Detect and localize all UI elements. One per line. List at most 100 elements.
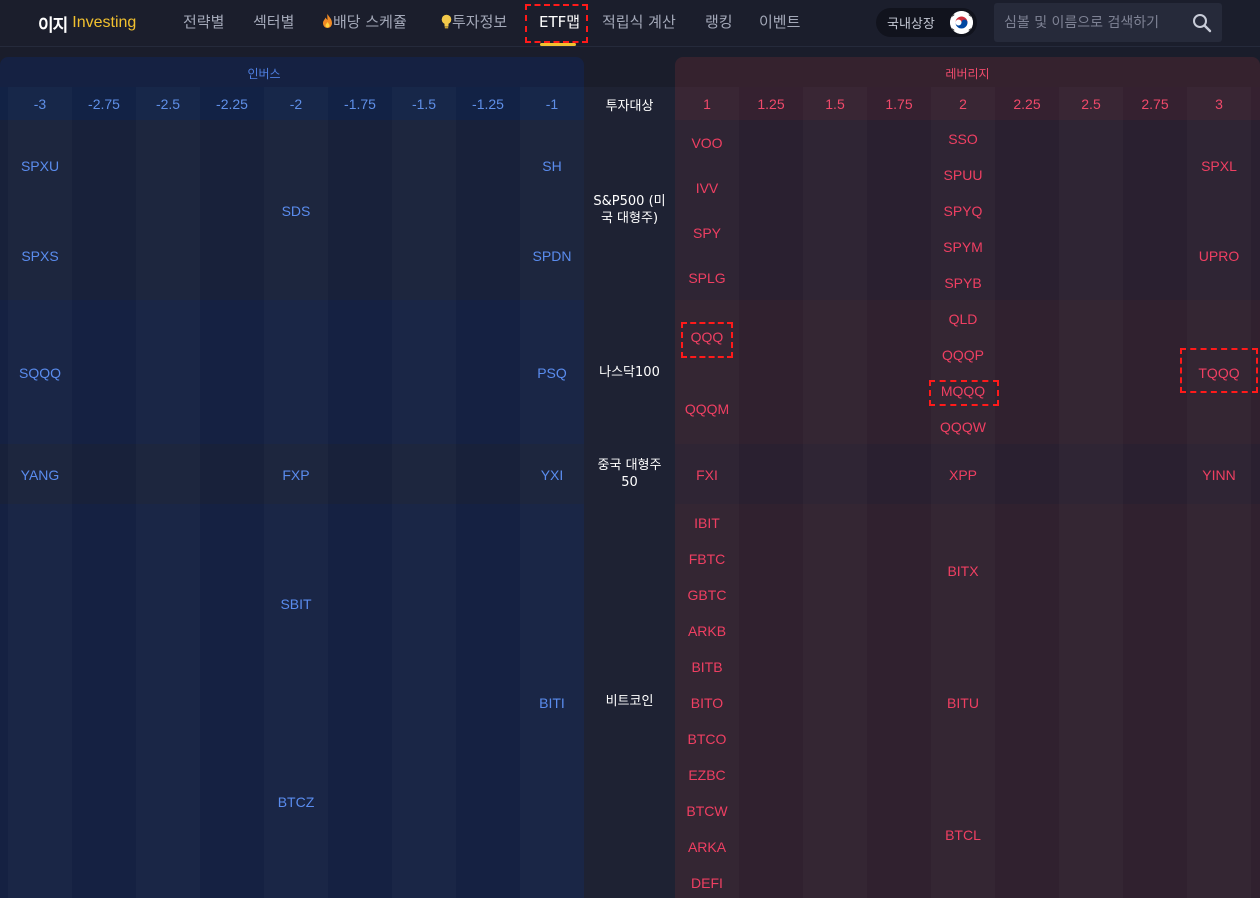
leverage-col-stripe: [1187, 87, 1251, 898]
nav-item-etf-map[interactable]: ETF맵: [539, 11, 580, 32]
leverage-tick: 1.5: [825, 96, 845, 112]
inverse-col-stripe: [520, 87, 584, 898]
market-toggle-label: 국내상장: [887, 17, 935, 32]
inverse-label: 인버스: [247, 67, 281, 81]
lightbulb-icon: [441, 14, 452, 29]
inverse-tick: -1.5: [411, 96, 437, 112]
inverse-tick: -3: [33, 96, 47, 112]
ticker-cell[interactable]: SH: [517, 158, 587, 174]
site-logo[interactable]: 이지 Investing: [38, 11, 137, 36]
ticker-cell[interactable]: BITU: [928, 695, 998, 711]
ticker-cell-tqqq[interactable]: TQQQ: [1184, 365, 1254, 381]
inverse-col-stripe: [392, 87, 456, 898]
ticker-cell[interactable]: ARKA: [672, 839, 742, 855]
active-tab-indicator: [540, 43, 576, 46]
ticker-cell[interactable]: FXP: [261, 467, 331, 483]
nav-item-dividend-label: 배당 스케쥴: [333, 13, 407, 31]
ticker-cell[interactable]: DEFI: [672, 875, 742, 891]
ticker-cell[interactable]: QQQW: [928, 419, 998, 435]
ticker-cell[interactable]: UPRO: [1184, 248, 1254, 264]
nav-item-invest-info[interactable]: 투자정보: [441, 11, 507, 32]
ticker-cell[interactable]: BITX: [928, 563, 998, 579]
leverage-panel-header: 레버리지: [675, 57, 1260, 87]
ticker-cell[interactable]: QQQP: [928, 347, 998, 363]
ticker-cell[interactable]: YINN: [1184, 467, 1254, 483]
fire-icon: [322, 14, 333, 28]
inverse-tick: -2.75: [88, 96, 120, 112]
ticker-cell[interactable]: SSO: [928, 131, 998, 147]
nav-item-accumulation-calc[interactable]: 적립식 계산: [602, 11, 676, 32]
nav-item-events[interactable]: 이벤트: [759, 11, 800, 32]
nav-item-dividend-schedule[interactable]: 배당 스케쥴: [322, 11, 407, 32]
inverse-tick: -2: [289, 96, 303, 112]
ticker-cell[interactable]: SPXS: [5, 248, 75, 264]
category-nasdaq100: 나스닥100: [599, 365, 660, 380]
ticker-cell[interactable]: BTCW: [672, 803, 742, 819]
nav-item-invest-info-label: 투자정보: [452, 13, 508, 31]
ticker-cell[interactable]: SPUU: [928, 167, 998, 183]
ticker-cell[interactable]: BTCZ: [261, 794, 331, 810]
inverse-tick: -2.25: [216, 96, 248, 112]
search-box: [994, 3, 1222, 42]
nav-item-sector[interactable]: 섹터별: [253, 11, 294, 32]
logo-main: 이지: [38, 15, 68, 36]
ticker-cell[interactable]: ARKB: [672, 623, 742, 639]
ticker-cell[interactable]: PSQ: [517, 365, 587, 381]
leverage-tick: 1.75: [885, 96, 913, 112]
ticker-cell[interactable]: SQQQ: [5, 365, 75, 381]
leverage-label: 레버리지: [945, 67, 990, 81]
leverage-col-stripe: [803, 87, 867, 898]
nav-item-strategy[interactable]: 전략별: [183, 11, 224, 32]
ticker-cell[interactable]: YXI: [517, 467, 587, 483]
category-header: 투자대상: [605, 99, 654, 114]
ticker-cell[interactable]: GBTC: [672, 587, 742, 603]
ticker-cell[interactable]: SPDN: [517, 248, 587, 264]
inverse-col-stripe: [136, 87, 200, 898]
category-bitcoin: 비트코인: [605, 694, 654, 709]
ticker-cell[interactable]: QQQM: [672, 401, 742, 417]
leverage-tick: 2: [959, 96, 967, 112]
ticker-cell[interactable]: EZBC: [672, 767, 742, 783]
ticker-cell-qqq[interactable]: QQQ: [672, 329, 742, 345]
ticker-cell[interactable]: BITB: [672, 659, 742, 675]
leverage-tick: 2.5: [1081, 96, 1101, 112]
ticker-cell[interactable]: SBIT: [261, 596, 331, 612]
ticker-cell[interactable]: QLD: [928, 311, 998, 327]
leverage-tick: 2.25: [1013, 96, 1041, 112]
category-china-large-cap: 중국 대형주 50: [597, 458, 662, 490]
ticker-cell[interactable]: YANG: [5, 467, 75, 483]
ticker-cell[interactable]: SPLG: [672, 270, 742, 286]
ticker-cell[interactable]: SPXL: [1184, 158, 1254, 174]
logo-sub: Investing: [72, 14, 137, 31]
category-sp500: S&P500 (미국 대형주): [593, 194, 666, 226]
ticker-cell[interactable]: VOO: [672, 135, 742, 151]
search-input[interactable]: [1004, 3, 1182, 42]
leverage-col-stripe: [1059, 87, 1123, 898]
inverse-panel-header: 인버스: [0, 57, 584, 87]
ticker-cell[interactable]: BTCL: [928, 827, 998, 843]
ticker-cell[interactable]: SPYB: [928, 275, 998, 291]
top-nav: 이지 Investing 전략별 섹터별 배당 스케쥴 투자정보 ETF맵 적립…: [0, 0, 1260, 47]
ticker-cell[interactable]: BITI: [517, 695, 587, 711]
ticker-cell[interactable]: FBTC: [672, 551, 742, 567]
leverage-tick: 1: [703, 96, 711, 112]
ticker-cell[interactable]: BTCO: [672, 731, 742, 747]
inverse-col-stripe: [8, 87, 72, 898]
ticker-cell[interactable]: IVV: [672, 180, 742, 196]
ticker-cell[interactable]: SPY: [672, 225, 742, 241]
ticker-cell-mqqq[interactable]: MQQQ: [928, 383, 998, 399]
ticker-cell[interactable]: BITO: [672, 695, 742, 711]
ticker-cell[interactable]: SPXU: [5, 158, 75, 174]
inverse-tick: -1: [545, 96, 559, 112]
ticker-cell[interactable]: SPYQ: [928, 203, 998, 219]
market-toggle[interactable]: 국내상장: [876, 8, 977, 37]
inverse-tick: -2.5: [155, 96, 181, 112]
ticker-cell[interactable]: SPYM: [928, 239, 998, 255]
ticker-cell[interactable]: IBIT: [672, 515, 742, 531]
ticker-cell[interactable]: FXI: [672, 467, 742, 483]
search-icon[interactable]: [1192, 13, 1212, 33]
nav-item-ranking[interactable]: 랭킹: [705, 11, 733, 32]
ticker-cell[interactable]: SDS: [261, 203, 331, 219]
leverage-tick: 2.75: [1141, 96, 1169, 112]
ticker-cell[interactable]: XPP: [928, 467, 998, 483]
